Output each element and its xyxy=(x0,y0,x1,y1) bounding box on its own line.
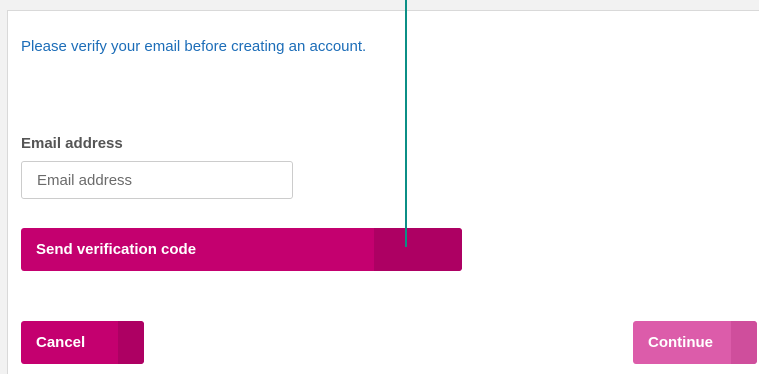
button-shade xyxy=(374,228,462,271)
button-shade xyxy=(118,321,144,364)
cancel-label: Cancel xyxy=(36,334,86,351)
continue-button[interactable]: Continue xyxy=(633,321,757,364)
button-shade xyxy=(731,321,757,364)
send-verification-code-button[interactable]: Send verification code xyxy=(21,228,462,271)
email-label: Email address xyxy=(21,135,123,152)
send-verification-code-label: Send verification code xyxy=(36,241,197,258)
cancel-button[interactable]: Cancel xyxy=(21,321,144,364)
verification-panel: Please verify your email before creating… xyxy=(7,10,759,374)
overlay-pointer-line xyxy=(405,0,407,247)
email-input[interactable] xyxy=(21,161,293,199)
continue-label: Continue xyxy=(648,334,713,351)
verify-email-message: Please verify your email before creating… xyxy=(21,38,367,55)
